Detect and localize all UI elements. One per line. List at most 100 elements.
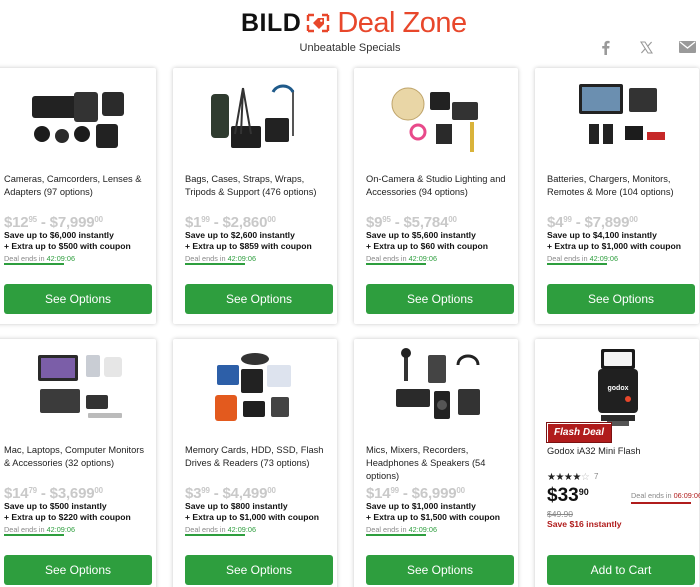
price-range: $1499 - $6,99900 — [366, 485, 516, 502]
category-title[interactable]: Cameras, Camcorders, Lenses & Adapters (… — [4, 173, 152, 199]
facebook-icon[interactable] — [598, 38, 612, 56]
deal-countdown: Deal ends in 42:09:06 — [366, 254, 437, 263]
price-low-cents: 79 — [28, 486, 37, 495]
deal-countdown: Deal ends in 42:09:06 — [4, 525, 75, 534]
price-high-cents: 00 — [448, 215, 457, 224]
price-low-cents: 99 — [563, 215, 572, 224]
deal-progress-fill — [366, 534, 426, 536]
category-thumbnail — [32, 92, 124, 148]
price-high: $7,999 — [49, 214, 95, 231]
price-high: $3,699 — [49, 485, 95, 502]
category-image[interactable] — [12, 345, 136, 429]
savings-text: Save up to $500 instantly + Extra up to … — [4, 501, 154, 522]
see-options-button[interactable]: See Options — [547, 284, 695, 314]
star-empty: ☆ — [580, 472, 590, 483]
savings-text: Save up to $4,100 instantly + Extra up t… — [547, 230, 697, 251]
price-range: $1479 - $3,69900 — [4, 485, 154, 502]
instant-savings: Save up to $500 instantly — [4, 501, 107, 511]
flash-product-image[interactable]: godox — [555, 345, 679, 429]
price-range: $499 - $7,89900 — [547, 214, 697, 231]
price-dash: - — [36, 485, 50, 502]
deal-ends-label: Deal ends in — [366, 254, 407, 263]
deal-ends-time: 42:09:06 — [46, 254, 76, 263]
category-title[interactable]: Bags, Cases, Straps, Wraps, Tripods & Su… — [185, 173, 333, 199]
price-high: $7,899 — [584, 214, 630, 231]
price-low: $4 — [547, 214, 564, 231]
price-low: $1 — [185, 214, 202, 231]
category-image[interactable] — [193, 74, 317, 158]
category-card[interactable]: Batteries, Chargers, Monitors, Remotes &… — [535, 68, 699, 324]
deal-progress-bar — [4, 534, 64, 536]
flash-deal-card[interactable]: godox Flash Deal Godox iA32 Mini Flash ★… — [535, 339, 700, 587]
price-low: $9 — [366, 214, 383, 231]
category-card[interactable]: Bags, Cases, Straps, Wraps, Tripods & Su… — [173, 68, 337, 324]
category-image[interactable] — [374, 74, 498, 158]
review-count[interactable]: 7 — [594, 472, 598, 481]
flash-countdown: Deal ends in 06:09:06 — [631, 491, 700, 500]
category-card[interactable]: Memory Cards, HDD, SSD, Flash Drives & R… — [173, 339, 337, 587]
price-high-cents: 00 — [94, 486, 103, 495]
deal-countdown: Deal ends in 42:09:06 — [4, 254, 75, 263]
see-options-button[interactable]: See Options — [185, 284, 333, 314]
add-to-cart-button[interactable]: Add to Cart — [547, 555, 695, 585]
flash-progress-fill — [631, 502, 691, 504]
price-dash: - — [571, 214, 585, 231]
price-low-cents: 95 — [382, 215, 391, 224]
category-title[interactable]: Memory Cards, HDD, SSD, Flash Drives & R… — [185, 444, 333, 470]
sale-price-dollars: $33 — [547, 485, 579, 506]
deal-ends-label: Deal ends in — [185, 525, 226, 534]
deal-ends-time: 06:09:06 — [673, 491, 700, 500]
deal-progress-bar — [366, 263, 426, 265]
deal-countdown: Deal ends in 42:09:06 — [185, 525, 256, 534]
category-title[interactable]: Batteries, Chargers, Monitors, Remotes &… — [547, 173, 695, 199]
flash-progress-bar — [631, 502, 691, 504]
instant-savings: Save up to $1,000 instantly — [366, 501, 476, 511]
mail-icon[interactable] — [677, 38, 697, 56]
price-range: $1295 - $7,99900 — [4, 214, 154, 231]
category-image[interactable] — [12, 74, 136, 158]
category-thumbnail — [215, 353, 291, 421]
category-card[interactable]: Mac, Laptops, Computer Monitors & Access… — [0, 339, 156, 587]
savings-text: Save up to $2,600 instantly + Extra up t… — [185, 230, 335, 251]
star-filled: ★★★★ — [547, 472, 581, 483]
price-tag-icon — [307, 13, 330, 33]
category-thumbnail — [391, 87, 478, 152]
category-thumbnail — [211, 84, 295, 148]
category-image[interactable] — [374, 345, 498, 429]
deal-progress-fill — [185, 263, 245, 265]
see-options-button[interactable]: See Options — [4, 284, 152, 314]
category-title[interactable]: Mics, Mixers, Recorders, Headphones & Sp… — [366, 444, 514, 483]
category-card[interactable]: On-Camera & Studio Lighting and Accessor… — [354, 68, 518, 324]
x-icon[interactable] — [638, 38, 654, 56]
deal-countdown: Deal ends in 42:09:06 — [185, 254, 256, 263]
category-title[interactable]: Mac, Laptops, Computer Monitors & Access… — [4, 444, 152, 470]
instant-savings: Save up to $2,600 instantly — [185, 230, 295, 240]
bild-deal-zone-logo[interactable]: BILD Deal Zone — [241, 6, 467, 40]
product-title[interactable]: Godox iA32 Mini Flash — [547, 445, 695, 458]
logo-deal-zone-text: Deal Zone — [337, 6, 467, 39]
deal-progress-bar — [547, 263, 607, 265]
category-title[interactable]: On-Camera & Studio Lighting and Accessor… — [366, 173, 514, 199]
see-options-button[interactable]: See Options — [366, 284, 514, 314]
price-low: $14 — [366, 485, 391, 502]
deal-countdown: Deal ends in 42:09:06 — [366, 525, 437, 534]
savings-text: Save up to $6,000 instantly + Extra up t… — [4, 230, 154, 251]
star-rating[interactable]: ★★★★☆ — [547, 472, 590, 483]
deal-ends-time: 42:09:06 — [227, 525, 257, 534]
category-image[interactable] — [193, 345, 317, 429]
category-card[interactable]: Cameras, Camcorders, Lenses & Adapters (… — [0, 68, 156, 324]
see-options-button[interactable]: See Options — [185, 555, 333, 585]
price-low-cents: 99 — [201, 215, 210, 224]
see-options-button[interactable]: See Options — [366, 555, 514, 585]
price-high-cents: 00 — [629, 215, 638, 224]
deal-ends-time: 42:09:06 — [408, 254, 438, 263]
godox-brand-label: godox — [608, 385, 629, 392]
deal-ends-label: Deal ends in — [4, 525, 45, 534]
price-low: $12 — [4, 214, 29, 231]
price-dash: - — [209, 485, 223, 502]
price-high: $2,860 — [222, 214, 268, 231]
see-options-button[interactable]: See Options — [4, 555, 152, 585]
price-low: $3 — [185, 485, 202, 502]
category-card[interactable]: Mics, Mixers, Recorders, Headphones & Sp… — [354, 339, 518, 587]
category-image[interactable] — [555, 74, 679, 158]
